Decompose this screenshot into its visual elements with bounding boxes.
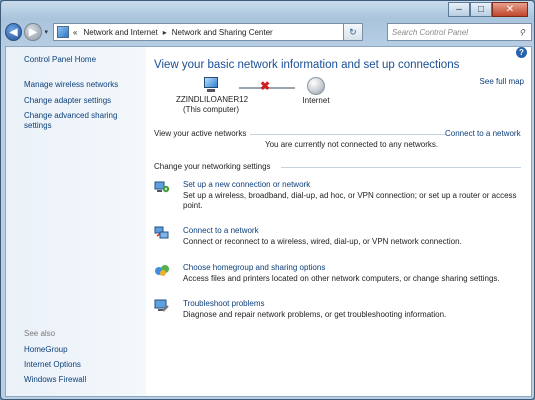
sidebar: Control Panel Home Manage wireless netwo… — [6, 47, 146, 396]
breadcrumb-network-and-sharing-center[interactable]: Network and Sharing Center — [172, 28, 273, 37]
help-icon[interactable]: ? — [516, 47, 527, 58]
change-settings-label: Change your networking settings — [154, 162, 271, 171]
breadcrumb-separator[interactable]: ▸ — [163, 28, 167, 37]
main-panel: ? View your basic network information an… — [146, 47, 531, 396]
sidebar-homegroup[interactable]: HomeGroup — [24, 345, 68, 355]
task-link[interactable]: Connect to a network — [183, 226, 259, 235]
computer-icon — [201, 77, 221, 93]
change-settings-divider — [281, 167, 521, 168]
sidebar-change-advanced-sharing-settings[interactable]: Change advanced sharing settings — [24, 111, 134, 131]
page-title: View your basic network information and … — [154, 59, 460, 71]
task-link[interactable]: Choose homegroup and sharing options — [183, 263, 325, 272]
address-bar[interactable]: « Network and Internet ▸ Network and Sha… — [53, 23, 344, 41]
task-description: Access files and printers located on oth… — [183, 274, 500, 283]
active-networks-divider — [250, 134, 446, 135]
active-networks-label: View your active networks — [154, 129, 247, 138]
connect-to-network-link[interactable]: Connect to a network — [445, 129, 521, 138]
sidebar-internet-options[interactable]: Internet Options — [24, 360, 81, 370]
disconnected-x-icon: ✖ — [260, 79, 271, 93]
refresh-button[interactable]: ↻ — [343, 23, 363, 41]
internet-node: Internet — [296, 77, 336, 106]
task-link[interactable]: Set up a new connection or network — [183, 180, 310, 189]
see-also-heading: See also — [24, 329, 56, 338]
back-arrow-icon: ◀ — [9, 26, 18, 38]
forward-arrow-icon: ▶ — [29, 26, 37, 38]
navigation-bar: ◀ ▶ ▾ « Network and Internet ▸ Network a… — [5, 21, 533, 43]
caption-buttons: – □ ✕ — [448, 2, 528, 17]
task-description: Diagnose and repair network problems, or… — [183, 310, 447, 319]
sidebar-manage-wireless-networks[interactable]: Manage wireless networks — [24, 80, 118, 90]
sidebar-control-panel-home[interactable]: Control Panel Home — [24, 55, 96, 65]
troubleshoot-icon — [154, 299, 169, 312]
task-description: Set up a wireless, broadband, dial-up, a… — [183, 191, 517, 210]
back-button[interactable]: ◀ — [5, 23, 23, 41]
maximize-button[interactable]: □ — [470, 2, 492, 17]
content-area: Control Panel Home Manage wireless netwo… — [5, 46, 532, 397]
sidebar-change-adapter-settings[interactable]: Change adapter settings — [24, 96, 111, 106]
search-input[interactable]: Search Control Panel — [392, 28, 468, 37]
connect-network-icon — [154, 226, 169, 239]
minimize-button[interactable]: – — [448, 2, 470, 17]
task-link[interactable]: Troubleshoot problems — [183, 299, 265, 308]
close-button[interactable]: ✕ — [492, 2, 528, 17]
search-icon[interactable]: ⚲ — [513, 24, 531, 40]
explorer-window: – □ ✕ ◀ ▶ ▾ « Network and Internet ▸ Net… — [0, 0, 535, 400]
internet-label: Internet — [302, 96, 330, 105]
control-panel-icon — [57, 26, 70, 38]
search-box[interactable]: Search Control Panel ⚲ — [386, 23, 533, 41]
active-networks-status: You are currently not connected to any n… — [265, 140, 439, 149]
breadcrumb-network-and-internet[interactable]: Network and Internet — [83, 28, 157, 37]
breadcrumb-overflow-chevrons[interactable]: « — [73, 28, 77, 37]
computer-subtitle: (This computer) — [182, 105, 239, 114]
see-full-map-link[interactable]: See full map — [480, 77, 524, 86]
task-description: Connect or reconnect to a wireless, wire… — [183, 237, 462, 246]
globe-icon — [307, 77, 325, 95]
network-setup-icon — [154, 181, 170, 193]
homegroup-icon — [155, 265, 169, 276]
computer-name: ZZINDLILOANER12 — [176, 95, 249, 104]
sidebar-windows-firewall[interactable]: Windows Firewall — [24, 375, 86, 385]
recent-pages-button[interactable]: ▾ — [42, 23, 52, 41]
this-computer-node: ZZINDLILOANER12 (This computer) — [176, 77, 249, 115]
forward-button[interactable]: ▶ — [24, 23, 42, 41]
